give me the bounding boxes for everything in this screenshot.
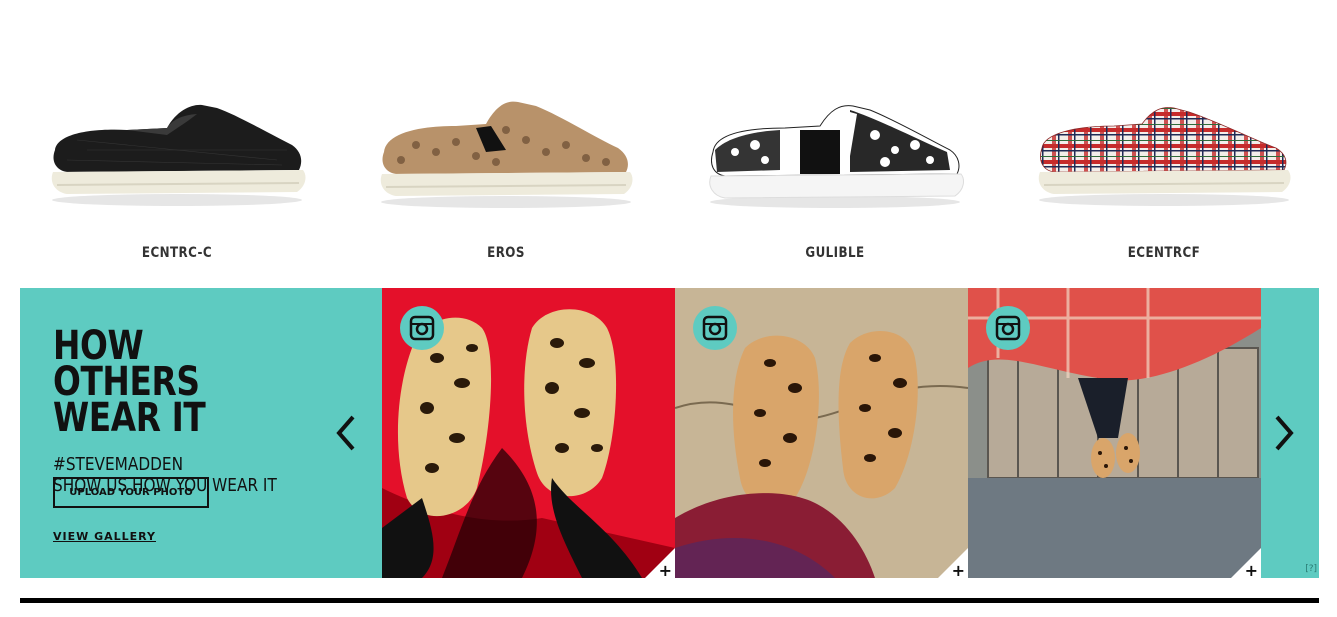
product-row: ECNTRC-C EROS GULIBLE ECENTRCF	[0, 0, 1337, 288]
product-name[interactable]: ECENTRCF	[1037, 245, 1292, 261]
hashtag: #STEVEMADDEN	[53, 454, 184, 475]
chevron-right-icon[interactable]	[1269, 413, 1299, 453]
product-name[interactable]: GULIBLE	[708, 245, 963, 261]
view-gallery-link[interactable]: VIEW GALLERY	[53, 530, 156, 543]
product-card[interactable]: ECNTRC-C	[27, 90, 327, 280]
product-image[interactable]	[685, 90, 985, 210]
plus-icon[interactable]: +	[659, 561, 672, 578]
section-title: HOW OTHERS WEAR IT	[53, 326, 299, 438]
product-image[interactable]	[1014, 90, 1314, 210]
ugc-photo[interactable]: +	[675, 288, 968, 578]
chevron-left-icon[interactable]	[333, 413, 363, 453]
product-card[interactable]: EROS	[356, 90, 656, 280]
ugc-photo[interactable]: +	[382, 288, 675, 578]
instagram-icon	[986, 306, 1030, 350]
product-image[interactable]	[356, 90, 656, 210]
divider	[20, 598, 1319, 603]
help-link[interactable]: [?]	[1305, 564, 1317, 574]
instagram-icon	[693, 306, 737, 350]
plus-icon[interactable]: +	[952, 561, 965, 578]
product-name[interactable]: EROS	[379, 245, 634, 261]
product-card[interactable]: ECENTRCF	[1014, 90, 1314, 280]
upload-photo-button[interactable]: UPLOAD YOUR PHOTO	[53, 477, 209, 508]
title-line-1: HOW OTHERS	[53, 323, 200, 405]
ugc-photo[interactable]: +	[968, 288, 1261, 578]
product-name[interactable]: ECNTRC-C	[50, 245, 305, 261]
plus-icon[interactable]: +	[1245, 561, 1258, 578]
title-line-2: WEAR IT	[53, 395, 206, 441]
product-image[interactable]	[27, 90, 327, 210]
product-card[interactable]: GULIBLE	[685, 90, 985, 280]
ugc-gallery: HOW OTHERS WEAR IT #STEVEMADDEN SHOW US …	[20, 288, 1319, 578]
ugc-copy: HOW OTHERS WEAR IT #STEVEMADDEN SHOW US …	[53, 326, 353, 496]
instagram-icon	[400, 306, 444, 350]
